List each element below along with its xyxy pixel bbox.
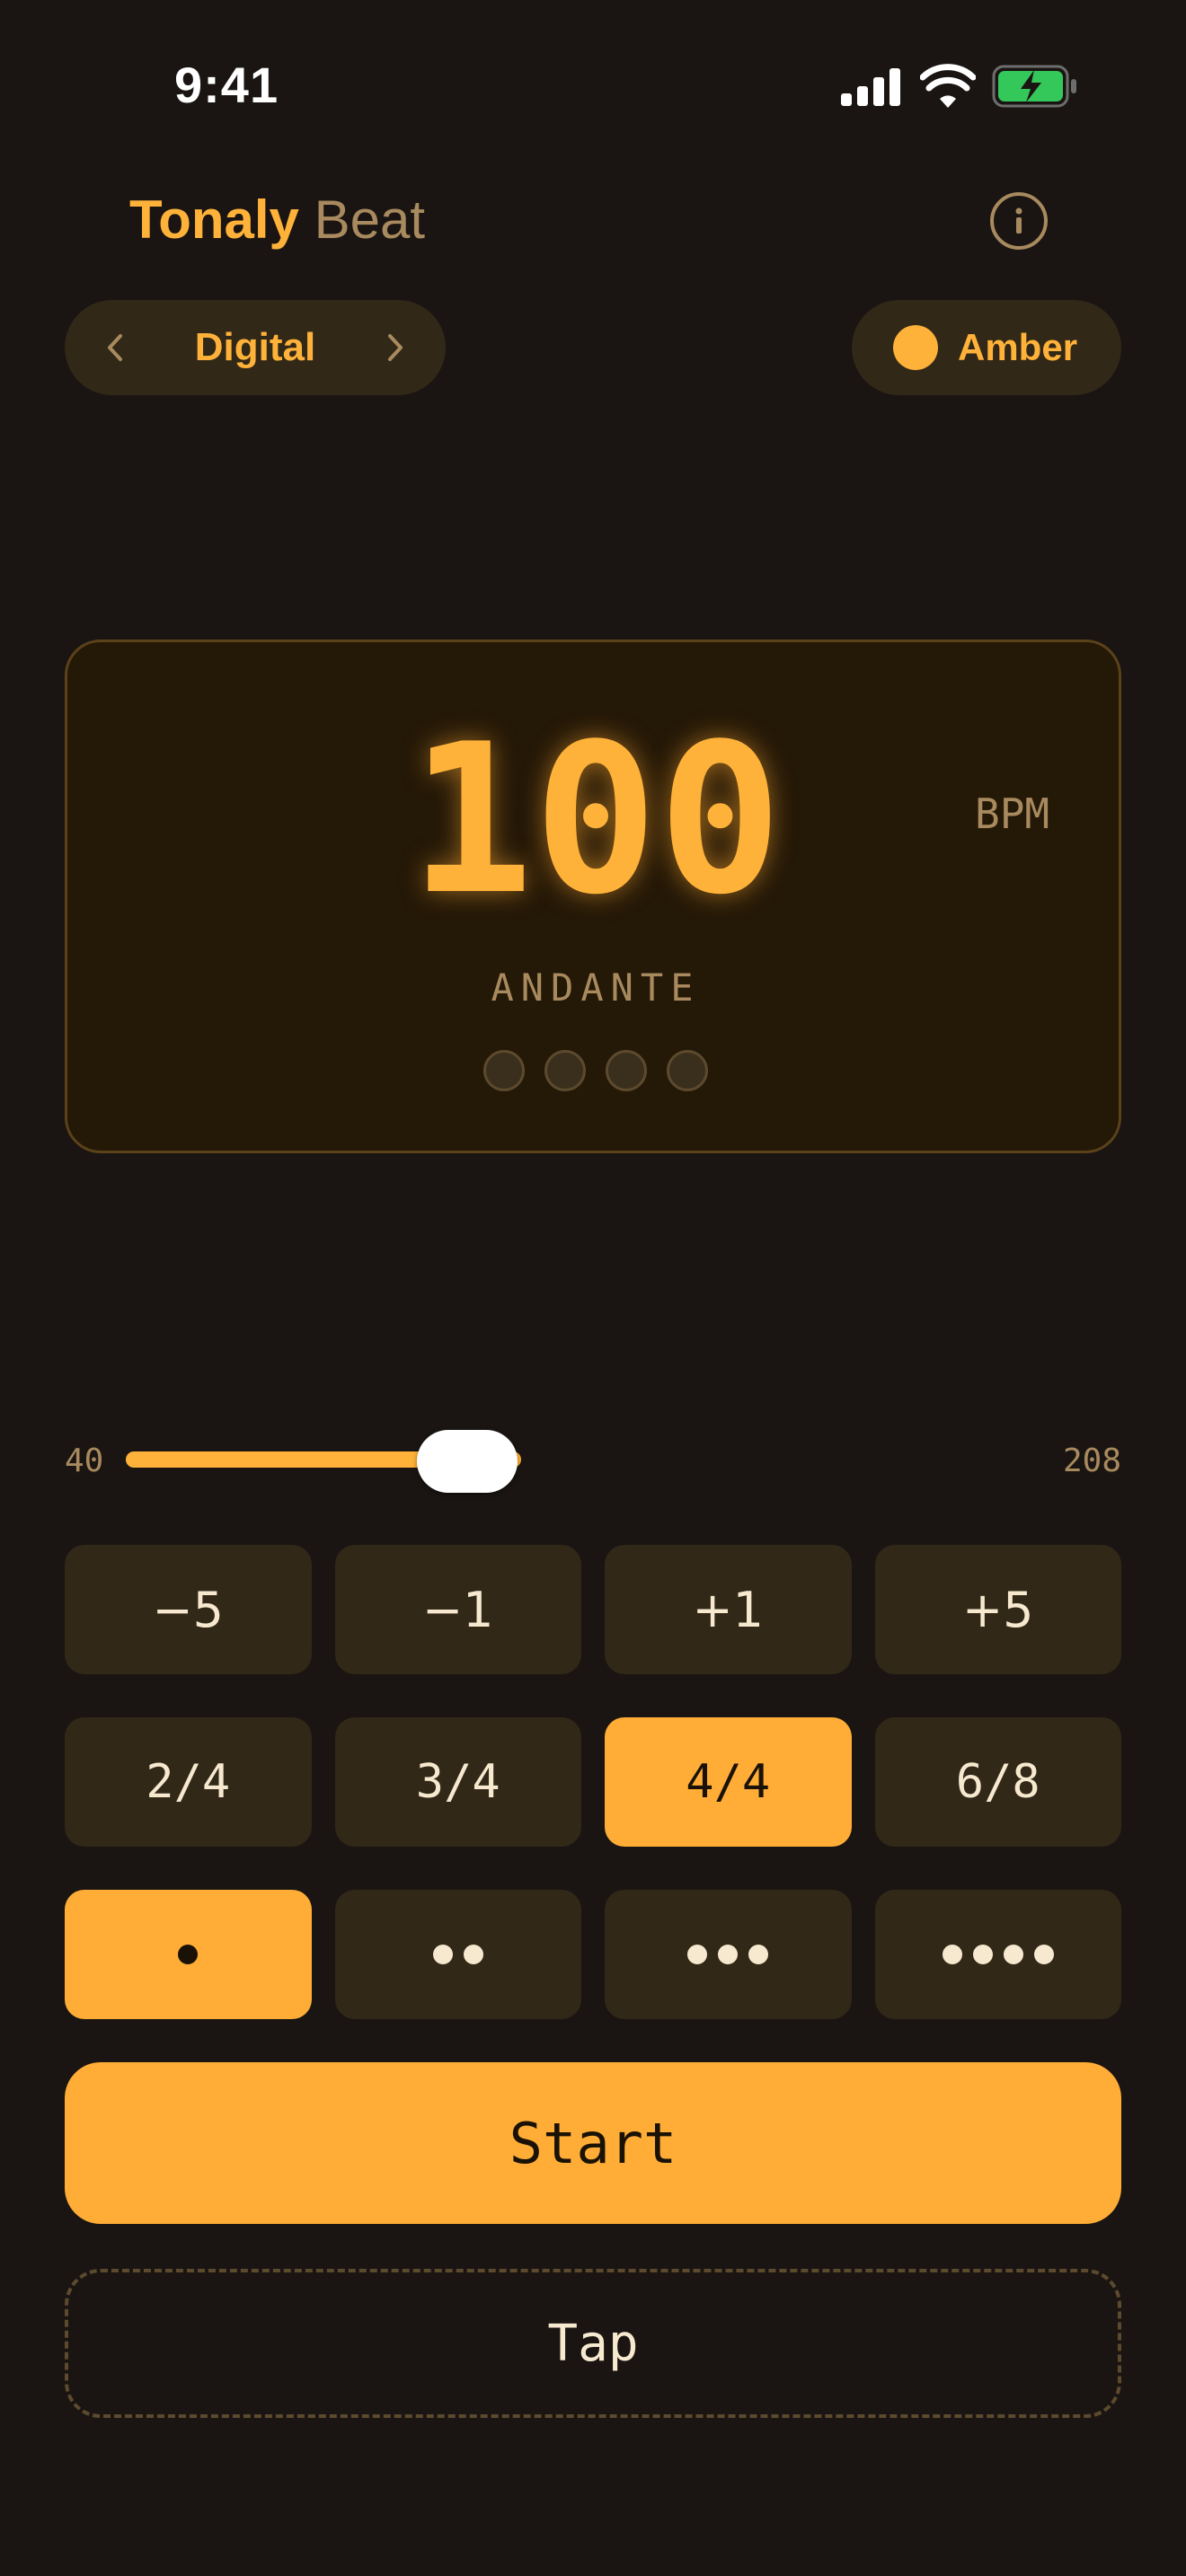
meter-3-4-button[interactable]: 3/4: [334, 1717, 581, 1847]
subdivision-dots: [432, 1945, 483, 1964]
wifi-icon: [920, 64, 976, 108]
app-subtitle: Beat: [314, 190, 426, 250]
subdivision-dot: [972, 1945, 993, 1964]
beat-indicator: [544, 1050, 586, 1091]
bpm-unit: BPM: [975, 790, 1050, 838]
subdivision-dot: [942, 1945, 962, 1964]
meter-4-4-button[interactable]: 4/4: [605, 1717, 852, 1847]
cellular-signal-icon: [841, 68, 900, 106]
previous-style-button[interactable]: [102, 330, 128, 366]
subdivision-dot: [463, 1945, 483, 1964]
subdivision-dot: [687, 1945, 708, 1964]
theme-label: Amber: [958, 326, 1078, 368]
theme-selector-button[interactable]: Amber: [852, 300, 1121, 395]
status-time: 9:41: [174, 57, 279, 113]
beat-indicator: [606, 1050, 647, 1091]
info-button[interactable]: [990, 192, 1048, 250]
plus-1-button[interactable]: +1: [605, 1545, 852, 1674]
tap-tempo-button[interactable]: Tap: [65, 2269, 1121, 2418]
info-icon: [1015, 207, 1022, 234]
plus-5-button[interactable]: +5: [874, 1545, 1121, 1674]
slider-min-label: 40: [65, 1442, 104, 1479]
tempo-display: 100 BPM ANDANTE: [65, 640, 1121, 1153]
subdivision-dot: [748, 1945, 769, 1964]
beat-indicators: [67, 1050, 1124, 1091]
chevron-right-icon: [387, 334, 403, 361]
subdivision-dot: [178, 1945, 199, 1964]
app-title: Tonaly Beat: [129, 189, 425, 251]
battery-charging-icon: [992, 65, 1076, 108]
subdivision-1-button[interactable]: [65, 1890, 312, 2019]
tempo-slider-thumb[interactable]: [417, 1430, 518, 1493]
subdivision-4-button[interactable]: [874, 1890, 1121, 2019]
subdivision-dot: [1033, 1945, 1054, 1964]
theme-color-swatch: [893, 325, 938, 370]
chevron-left-icon: [108, 334, 122, 361]
tempo-marking: ANDANTE: [491, 966, 701, 1010]
app-brand: Tonaly: [129, 190, 299, 250]
subdivision-dots: [687, 1945, 769, 1964]
slider-max-label: 208: [1062, 1442, 1121, 1479]
meter-2-4-button[interactable]: 2/4: [65, 1717, 312, 1847]
style-selector: Digital: [65, 300, 446, 395]
meter-6-8-button[interactable]: 6/8: [874, 1717, 1121, 1847]
subdivision-dot: [718, 1945, 739, 1964]
subdivision-dot: [432, 1945, 453, 1964]
subdivision-dots: [178, 1945, 199, 1964]
next-style-button[interactable]: [383, 330, 408, 366]
start-button[interactable]: Start: [65, 2062, 1121, 2224]
subdivision-3-button[interactable]: [605, 1890, 852, 2019]
subdivision-dot: [1003, 1945, 1023, 1964]
subdivision-2-button[interactable]: [334, 1890, 581, 2019]
bpm-value: 100: [409, 701, 783, 940]
beat-indicator: [667, 1050, 708, 1091]
minus-1-button[interactable]: −1: [334, 1545, 581, 1674]
tempo-adjust-row: −5 −1 +1 +5: [65, 1545, 1121, 1674]
minus-5-button[interactable]: −5: [65, 1545, 312, 1674]
subdivision-row: [65, 1890, 1121, 2019]
time-signature-row: 2/4 3/4 4/4 6/8: [65, 1717, 1121, 1847]
beat-indicator: [483, 1050, 525, 1091]
style-label: Digital: [194, 325, 316, 369]
subdivision-dots: [942, 1945, 1054, 1964]
